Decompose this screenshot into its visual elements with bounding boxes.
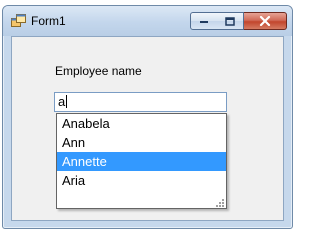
employee-name-label: Employee name <box>55 64 142 78</box>
autocomplete-item-aria[interactable]: Aria <box>57 171 226 190</box>
close-button[interactable] <box>244 12 287 30</box>
text-caret <box>66 95 68 108</box>
autocomplete-dropdown[interactable]: Anabela Ann Annette Aria <box>56 113 227 209</box>
main-window: Form1 Employee name a Anabela Ann Annett… <box>2 5 293 229</box>
employee-name-input[interactable]: a <box>54 92 227 112</box>
close-icon <box>259 16 271 26</box>
minimize-button[interactable] <box>190 12 218 30</box>
maximize-icon <box>225 16 235 26</box>
autocomplete-item-annette[interactable]: Annette <box>57 152 226 171</box>
title-bar[interactable]: Form1 <box>3 6 292 36</box>
employee-name-input-value: a <box>58 94 66 109</box>
minimize-icon <box>200 21 208 23</box>
autocomplete-item-ann[interactable]: Ann <box>57 133 226 152</box>
resize-grip-icon[interactable] <box>213 195 225 207</box>
autocomplete-item-anabela[interactable]: Anabela <box>57 114 226 133</box>
app-icon[interactable] <box>11 14 26 27</box>
maximize-button[interactable] <box>217 12 244 30</box>
window-title: Form1 <box>31 14 66 28</box>
